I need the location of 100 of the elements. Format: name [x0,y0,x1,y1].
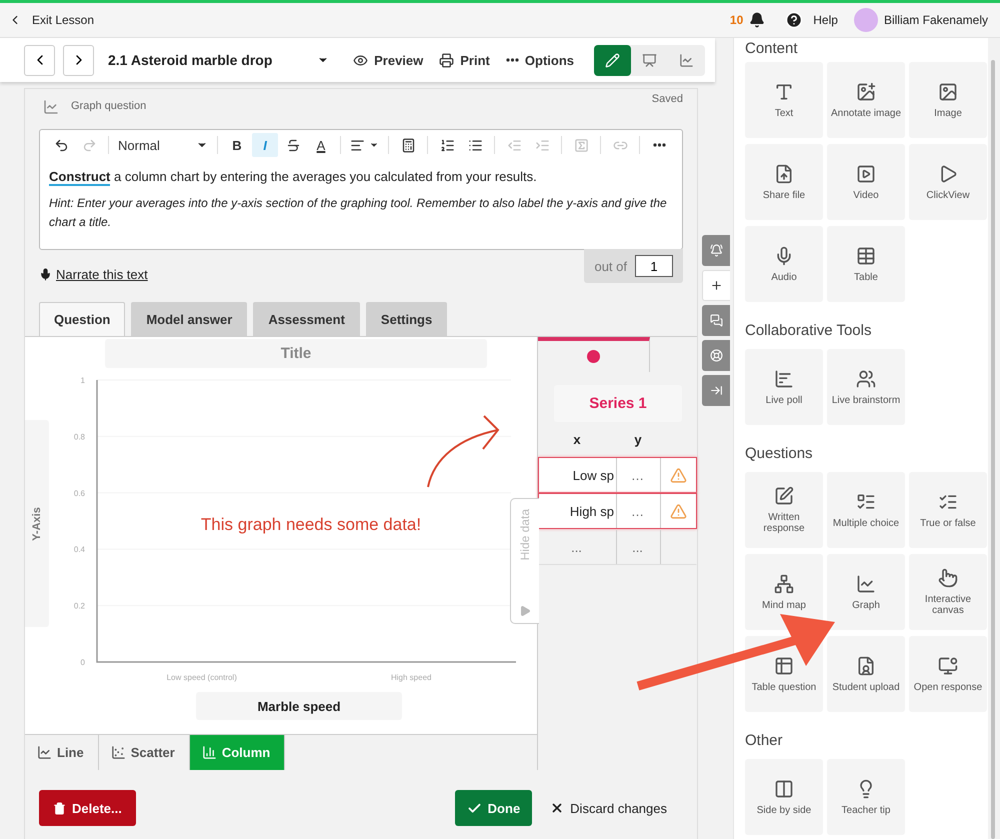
block-tile[interactable]: Student upload [827,636,905,712]
section-heading: Questions [745,444,814,464]
table-icon [856,246,876,266]
y-value-cell[interactable]: ... [617,530,661,564]
out-of-label: out of [594,258,627,274]
previous-button[interactable] [24,44,55,76]
line-chart-icon [43,99,59,115]
column-chart-icon [202,745,217,760]
column-header: y [633,432,643,447]
score-input[interactable]: 1 [635,255,673,277]
block-tile[interactable]: Live poll [745,349,823,425]
editor-tab[interactable]: Question [39,302,126,336]
series-tab[interactable] [538,337,650,372]
bell-icon[interactable] [749,12,766,28]
y-axis-label-field[interactable]: Y-Axis [25,420,49,627]
block-tile[interactable]: Image [909,62,987,138]
text-style-select[interactable]: Normal [115,133,211,157]
y-value-cell[interactable]: … [617,458,661,492]
x-axis-label-field[interactable]: Marble speed [196,692,402,720]
strikethrough-icon [286,138,300,152]
block-tile[interactable]: Graph [827,554,905,630]
pen-square-icon [774,486,794,506]
editor-tab[interactable]: Assessment [253,302,360,336]
preview-button[interactable]: Preview [349,52,428,68]
block-tile[interactable]: Text [745,62,823,138]
editor-tab[interactable]: Settings [366,302,448,336]
plus-icon [710,279,723,292]
help-link[interactable]: Help [785,11,838,29]
eye-icon [353,52,368,68]
line-chart-icon [856,574,876,594]
chat-icon [710,314,722,327]
block-tile[interactable]: Side by side [745,759,823,835]
y-axis-title: Y-Axis [31,506,44,540]
numbered-list-icon [440,138,454,152]
table-icon [774,656,794,676]
discard-changes-button[interactable]: Discard changes [544,800,673,816]
collapse-side-button[interactable] [702,375,730,406]
x-value-cell[interactable]: ... [539,530,617,564]
block-tile[interactable]: Teacher tip [827,759,905,835]
warning-icon [670,466,687,484]
narrate-link[interactable]: Narrate this text [39,267,148,282]
block-tile[interactable]: Multiple choice [827,472,905,548]
image-icon [938,82,958,102]
block-tile[interactable]: ClickView [909,144,987,220]
microphone-icon [39,268,52,281]
indent-icon [534,138,550,152]
block-tile[interactable]: Share file [745,144,823,220]
line-chart-icon [37,745,52,760]
column-header: x [572,432,582,447]
block-tile[interactable]: Interactive canvas [909,554,987,630]
chart-type-tab[interactable]: Line [25,735,99,770]
next-button[interactable] [63,44,94,76]
announce-side-button[interactable] [702,235,730,266]
help-side-button[interactable] [702,340,730,371]
chat-side-button[interactable] [702,305,730,336]
hint-text: Hint: Enter your averages into the y-axis section of the graphing tool. Remember to also label the y-axis and give the chart a title. [49,195,668,231]
redo-icon [82,138,96,152]
done-button[interactable]: Done [454,790,532,826]
line-chart-icon [679,52,694,68]
pencil-icon [605,52,620,68]
scatter-chart-icon [110,745,126,760]
bullet-list-icon [468,138,482,152]
printer-icon [439,52,454,68]
block-tile[interactable]: Audio [745,226,823,302]
lesson-title-dropdown[interactable]: 2.1 Asteroid marble drop [102,52,342,68]
align-left-icon [350,138,365,152]
x-value-cell[interactable]: High sp [539,494,617,528]
letter-t-icon [774,82,794,102]
user-name[interactable]: Billiam Fakenamely [884,13,988,27]
empty-graph-message: This graph needs some data! [200,515,422,534]
file-upload-icon [774,164,794,184]
checklist-icon [856,492,876,512]
text-color-button[interactable]: A [308,133,334,157]
exit-lesson-link[interactable]: Exit Lesson [8,13,94,27]
x-value-cell[interactable]: Low sp [539,458,617,492]
options-button[interactable]: Options [502,52,578,68]
text-editor[interactable] [39,129,683,250]
series-name-field[interactable]: Series 1 [554,385,682,422]
block-tile[interactable]: Video [827,144,905,220]
hand-pointer-icon [938,568,958,588]
print-button[interactable]: Print [435,52,494,68]
bar-chart-icon [774,368,794,388]
edit-mode-button[interactable] [594,44,631,76]
delete-button[interactable]: Delete... [39,790,136,826]
y-value-cell[interactable]: … [617,494,661,528]
lifebuoy-icon [710,349,722,362]
block-tile[interactable]: Table [827,226,905,302]
ellipsis-icon [652,143,666,147]
section-heading: Other [745,731,784,751]
block-tile[interactable]: Live brainstorm [827,349,905,425]
editor-tab[interactable]: Model answer [131,302,248,336]
block-tile[interactable]: Annotate image [827,62,905,138]
monitor-icon [938,656,958,676]
category-label: High speed [391,673,432,682]
block-tile[interactable]: Written response [745,472,823,548]
bold-button[interactable]: B [224,133,250,157]
block-tile[interactable]: Open response [909,636,987,712]
y-tick-label: 0.2 [74,602,85,611]
y-tick-label: 0.6 [74,488,85,498]
block-tile[interactable]: True or false [909,472,987,548]
